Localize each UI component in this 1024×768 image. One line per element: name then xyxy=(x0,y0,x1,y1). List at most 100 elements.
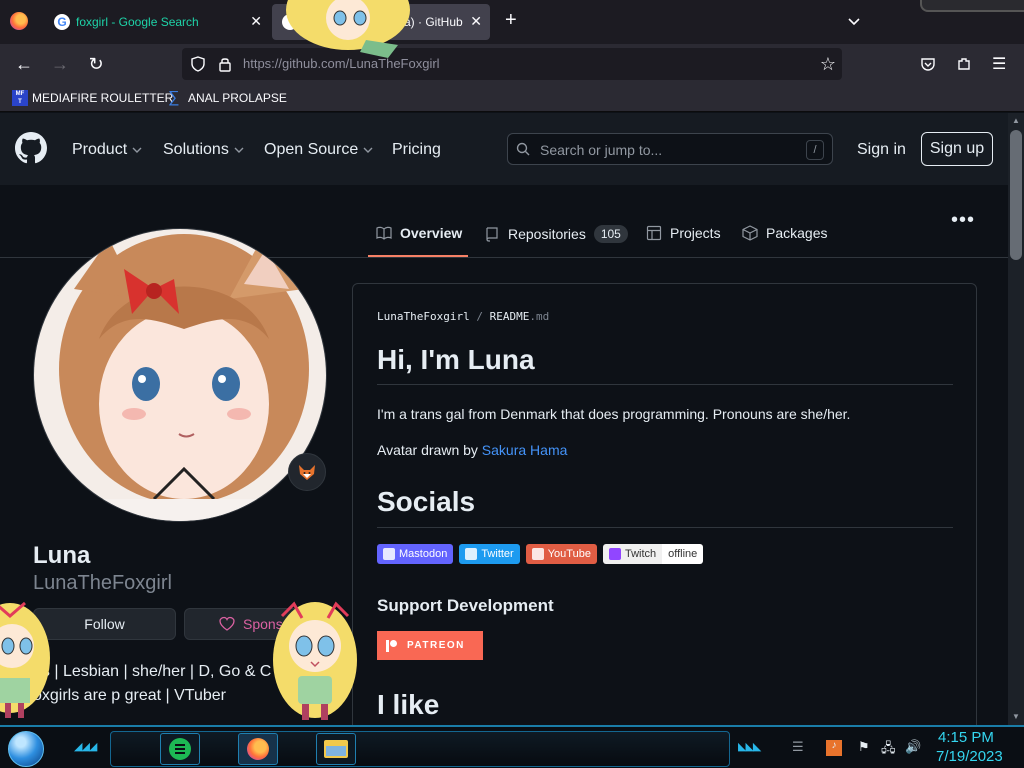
repo-count-badge: 105 xyxy=(593,225,628,243)
chevron-down-icon[interactable] xyxy=(846,13,862,29)
show-hidden-icons[interactable]: ☰ xyxy=(792,739,804,755)
readme-intro: I'm a trans gal from Denmark that does p… xyxy=(377,406,851,422)
lock-icon[interactable] xyxy=(218,56,232,72)
desktop-pet-sticker[interactable] xyxy=(278,0,418,60)
breadcrumb-separator: / xyxy=(476,310,483,323)
reload-button[interactable]: ↻ xyxy=(86,54,106,74)
mastodon-badge[interactable]: Mastodon xyxy=(377,544,454,564)
support-heading: Support Development xyxy=(377,596,554,615)
taskbar-decoration: ◢◢◢ xyxy=(74,741,97,753)
nav-product[interactable]: Product xyxy=(72,141,142,159)
desktop-pet-sticker[interactable] xyxy=(0,598,50,725)
readme-card: LunaTheFoxgirl / README.md Hi, I'm Luna … xyxy=(352,283,977,743)
tab-packages[interactable]: Packages xyxy=(742,225,827,241)
chevron-down-icon xyxy=(234,147,244,153)
flag-icon[interactable]: ⚑ xyxy=(858,739,870,755)
nav-label: Open Source xyxy=(264,141,359,158)
notes-app-icon[interactable] xyxy=(160,733,200,765)
credit-prefix: Avatar drawn by xyxy=(377,442,482,458)
bookmark-label: MEDIAFIRE ROULETTER xyxy=(32,91,174,105)
status-emoji-badge[interactable] xyxy=(288,453,326,491)
desktop: G foxgirl - Google Search ✕ a) · GitHub … xyxy=(0,0,1024,768)
search-input[interactable]: Search or jump to... / xyxy=(507,133,833,165)
back-button[interactable]: ← xyxy=(14,54,34,74)
scroll-up-icon[interactable]: ▲ xyxy=(1010,116,1022,125)
firefox-icon[interactable] xyxy=(10,12,28,30)
menu-icon[interactable]: ☰ xyxy=(992,54,1006,74)
bookmark-item[interactable]: MF T MEDIAFIRE ROULETTER xyxy=(12,90,173,106)
pocket-icon[interactable] xyxy=(920,56,936,72)
scrollbar-thumb[interactable] xyxy=(1010,130,1022,260)
nav-pricing[interactable]: Pricing xyxy=(392,141,441,159)
tab-projects[interactable]: Projects xyxy=(646,225,721,241)
clock-time[interactable]: 4:15 PM xyxy=(938,729,994,746)
readme-extension: .md xyxy=(529,310,550,323)
nav-solutions[interactable]: Solutions xyxy=(163,141,244,159)
more-options-icon[interactable]: ••• xyxy=(951,209,975,232)
tab-google-search[interactable]: G foxgirl - Google Search ✕ xyxy=(44,4,270,40)
start-button[interactable] xyxy=(8,731,44,767)
firefox-taskbar-icon[interactable] xyxy=(238,733,278,765)
badge-label: YouTube xyxy=(547,548,591,560)
twitter-badge[interactable]: Twitter xyxy=(459,544,520,564)
desktop-pet-sticker[interactable] xyxy=(272,598,358,725)
readme-owner-link[interactable]: LunaTheFoxgirl xyxy=(377,310,470,323)
avatar[interactable] xyxy=(33,228,327,522)
mastodon-icon xyxy=(383,548,395,560)
google-icon: G xyxy=(54,14,70,30)
readme-filename[interactable]: README xyxy=(490,310,530,323)
network-icon[interactable]: 🖧 xyxy=(881,739,896,761)
youtube-badge[interactable]: YouTube xyxy=(525,544,597,564)
extensions-icon[interactable] xyxy=(956,56,972,72)
sign-up-button[interactable]: Sign up xyxy=(921,132,993,166)
socials-heading: Socials xyxy=(377,486,476,517)
bookmark-star-icon[interactable]: ☆ xyxy=(820,54,836,75)
tray-app-icon[interactable]: ♪ xyxy=(826,740,842,756)
tab-overview[interactable]: Overview xyxy=(376,225,462,241)
twitch-badge[interactable]: Twitch offline xyxy=(602,544,704,564)
patreon-icon xyxy=(386,639,397,652)
i-like-heading: I like xyxy=(377,689,440,720)
browser-toolbar: ← → ↻ https://github.com/LunaTheFoxgirl … xyxy=(0,44,1024,84)
forward-button[interactable]: → xyxy=(50,54,70,74)
chevron-down-icon xyxy=(132,147,142,153)
divider xyxy=(377,527,953,528)
window-frame-decoration xyxy=(920,0,1024,12)
tab-title: foxgirl - Google Search xyxy=(76,15,199,29)
shield-icon[interactable] xyxy=(190,56,206,72)
package-icon xyxy=(742,225,758,241)
badge-label: Mastodon xyxy=(399,548,448,560)
new-tab-button[interactable]: + xyxy=(505,10,517,30)
taskbar-decoration: ◣◣◣ xyxy=(738,741,761,753)
sign-in-link[interactable]: Sign in xyxy=(857,141,906,159)
badge-label: Twitter xyxy=(481,548,514,560)
bookmarks-toolbar: MF T MEDIAFIRE ROULETTER ∑ ANAL PROLAPSE xyxy=(0,84,1024,112)
twitch-icon xyxy=(608,548,621,560)
patreon-button[interactable]: PATREON xyxy=(377,631,483,660)
artist-link[interactable]: Sakura Hama xyxy=(482,442,568,458)
close-tab-icon[interactable]: ✕ xyxy=(250,13,262,30)
twitch-badge-left: Twitch xyxy=(602,544,663,564)
mediafire-icon: MF T xyxy=(12,90,28,106)
divider xyxy=(377,384,953,385)
book-icon xyxy=(376,226,392,240)
tab-label: Projects xyxy=(670,225,721,241)
follow-button[interactable]: Follow xyxy=(33,608,176,640)
scroll-down-icon[interactable]: ▼ xyxy=(1010,712,1022,721)
badge-label: Twitch xyxy=(624,548,657,560)
bookmark-item[interactable]: ∑ ANAL PROLAPSE xyxy=(168,90,287,106)
heart-icon xyxy=(219,616,235,631)
tab-repositories[interactable]: Repositories 105 xyxy=(484,225,628,243)
volume-icon[interactable]: 🔊 xyxy=(905,739,921,755)
clock-date[interactable]: 7/19/2023 xyxy=(936,748,1003,765)
avatar-credit: Avatar drawn by Sakura Hama xyxy=(377,442,567,458)
twitter-icon xyxy=(465,548,478,560)
close-tab-icon[interactable]: ✕ xyxy=(470,13,482,30)
nav-open-source[interactable]: Open Source xyxy=(264,141,373,159)
repo-icon xyxy=(486,227,498,242)
github-logo-icon[interactable] xyxy=(15,132,47,164)
taskbar: ◢◢◢ ◣◣◣ ☰ ♪ ⚑ 🖧 🔊 4:15 PM 7/19/2023 xyxy=(0,725,1024,768)
file-explorer-icon[interactable] xyxy=(316,733,356,765)
social-badges: Mastodon Twitter YouTube Twitch offline xyxy=(377,544,704,564)
twitch-status-label: offline xyxy=(662,544,704,564)
